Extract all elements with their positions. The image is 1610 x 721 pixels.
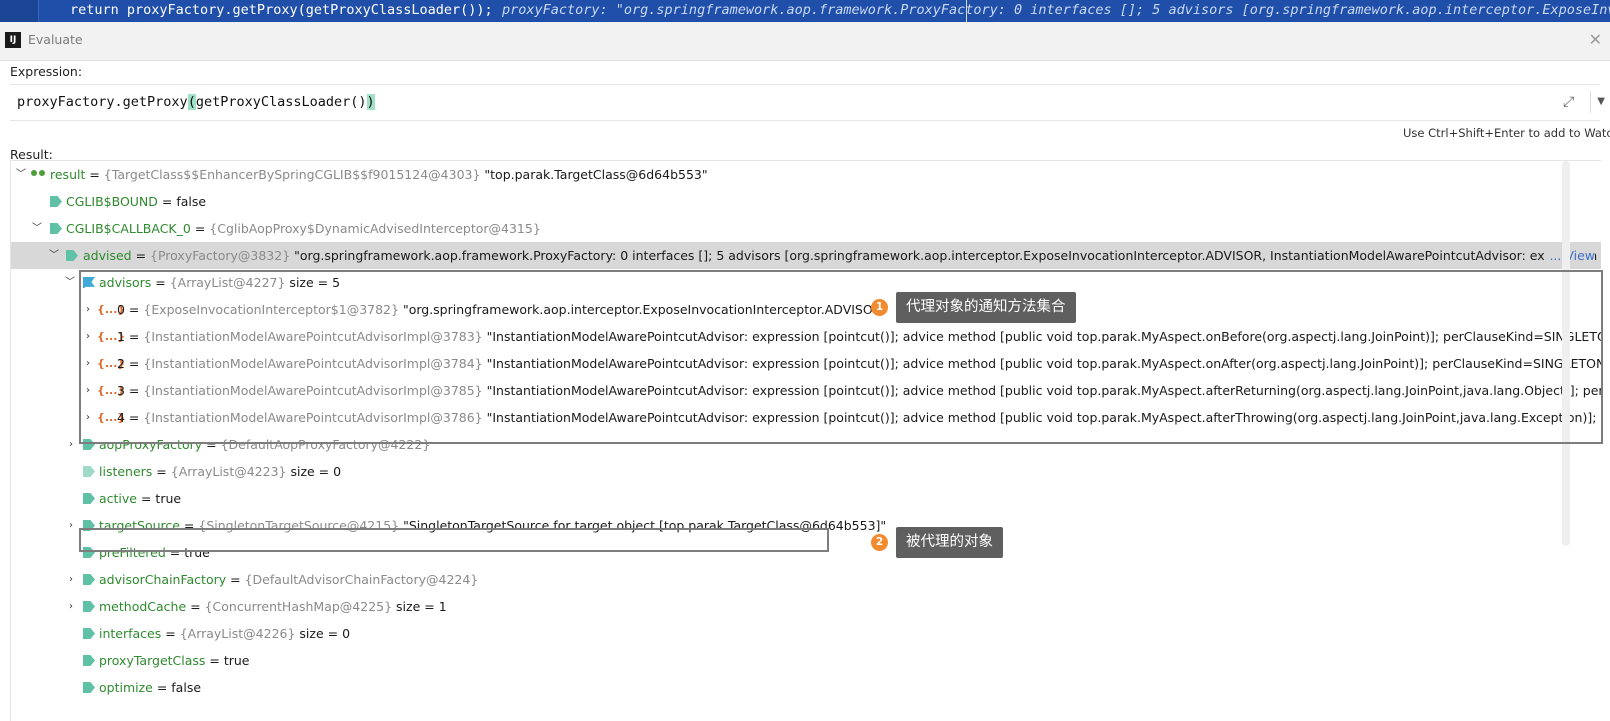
tag-icon: [83, 574, 95, 585]
watches-hint: Use Ctrl+Shift+Enter to add to Watches: [1403, 126, 1610, 140]
row-text: optimize = false: [99, 680, 202, 695]
close-icon[interactable]: ✕: [1589, 30, 1602, 49]
expression-label: Expression:: [10, 64, 83, 79]
code-text: return proxyFactory.getProxy(getProxyCla…: [70, 2, 493, 18]
row-text: CGLIB$BOUND = false: [66, 194, 207, 209]
chevron-down-icon[interactable]: ▼: [1590, 91, 1605, 113]
tree-row-cglib-bound[interactable]: CGLIB$BOUND = false: [11, 188, 1601, 215]
annotation-callout-1: 代理对象的通知方法集合: [896, 292, 1076, 323]
chevron-right-icon[interactable]: ›: [65, 566, 77, 593]
chevron-down-icon[interactable]: ﹀: [15, 161, 27, 188]
tree-row-cglib-callback[interactable]: ﹀ CGLIB$CALLBACK_0 = {CglibAopProxy$Dyna…: [11, 215, 1601, 242]
row-text: advised = {ProxyFactory@3832} "org.sprin…: [83, 248, 1601, 263]
tree-row-active[interactable]: active = true: [11, 485, 1601, 512]
editor-code-line: return proxyFactory.getProxy(getProxyCla…: [0, 0, 1610, 22]
row-text: listeners = {ArrayList@4223} size = 0: [99, 464, 342, 479]
chevron-right-icon[interactable]: ›: [65, 431, 77, 458]
tag-icon: [83, 466, 95, 477]
expression-text[interactable]: proxyFactory.getProxy(getProxyClassLoade…: [17, 94, 375, 110]
editor-gutter: [0, 0, 39, 22]
evaluate-titlebar: IJ Evaluate ✕: [0, 22, 1610, 61]
dialog-title: Evaluate: [28, 32, 83, 47]
row-text: advisorChainFactory = {DefaultAdvisorCha…: [99, 572, 479, 587]
tree-row-advisor-chain-factory[interactable]: › advisorChainFactory = {DefaultAdvisorC…: [11, 566, 1601, 593]
glasses-icon: [31, 169, 47, 179]
tree-row-method-cache[interactable]: › methodCache = {ConcurrentHashMap@4225}…: [11, 593, 1601, 620]
tag-icon: [83, 655, 95, 666]
intellij-logo-icon: IJ: [5, 32, 21, 48]
tag-icon: [83, 682, 95, 693]
annotation-badge-2: 2: [871, 534, 888, 551]
tree-row-listeners[interactable]: listeners = {ArrayList@4223} size = 0: [11, 458, 1601, 485]
expression-input[interactable]: proxyFactory.getProxy(getProxyClassLoade…: [10, 84, 1605, 121]
annotation-callout-2: 被代理的对象: [896, 527, 1003, 558]
chevron-right-icon[interactable]: ›: [65, 593, 77, 620]
tree-row-interfaces[interactable]: interfaces = {ArrayList@4226} size = 0: [11, 620, 1601, 647]
tree-row-optimize[interactable]: optimize = false: [11, 674, 1601, 701]
view-link[interactable]: ... View: [1545, 242, 1595, 269]
expand-icon[interactable]: ⤢: [1563, 94, 1579, 110]
tag-icon: [66, 250, 78, 261]
row-text: methodCache = {ConcurrentHashMap@4225} s…: [99, 599, 447, 614]
tag-icon: [83, 628, 95, 639]
text-caret: [966, 0, 967, 22]
annotation-badge-1: 1: [871, 299, 888, 316]
chevron-down-icon[interactable]: ﹀: [64, 269, 76, 296]
annotation-box-target: [79, 528, 829, 552]
row-text: CGLIB$CALLBACK_0 = {CglibAopProxy$Dynami…: [66, 221, 541, 236]
tree-row-proxy-target-class[interactable]: proxyTargetClass = true: [11, 647, 1601, 674]
row-text: result = {TargetClass$$EnhancerBySpringC…: [50, 167, 708, 182]
tree-row-result[interactable]: ﹀ result = {TargetClass$$EnhancerBySprin…: [11, 161, 1601, 188]
tag-icon: [50, 196, 62, 207]
tag-icon: [50, 223, 62, 234]
annotation-box-advisors: [79, 270, 1603, 444]
tree-row-advised[interactable]: ﹀ advised = {ProxyFactory@3832} "org.spr…: [11, 242, 1601, 269]
row-text: interfaces = {ArrayList@4226} size = 0: [99, 626, 351, 641]
inline-debug-value: proxyFactory: "org.springframework.aop.f…: [502, 2, 1610, 18]
chevron-down-icon[interactable]: ﹀: [31, 215, 43, 242]
tag-icon: [83, 601, 95, 612]
chevron-down-icon[interactable]: ﹀: [48, 242, 60, 269]
tag-icon: [83, 493, 95, 504]
chevron-right-icon[interactable]: ›: [65, 512, 77, 539]
row-text: proxyTargetClass = true: [99, 653, 250, 668]
row-text: active = true: [99, 491, 182, 506]
